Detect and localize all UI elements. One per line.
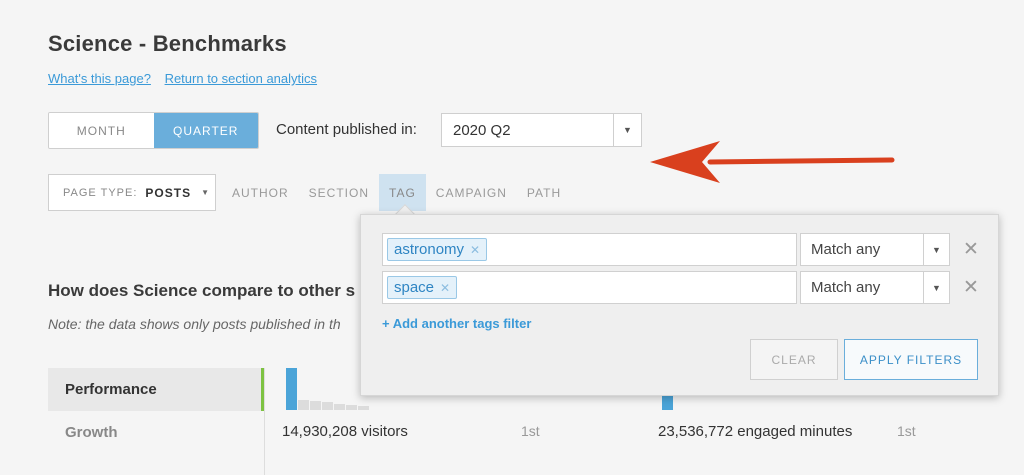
visitors-rank: 1st (521, 423, 540, 439)
histogram-bar (298, 400, 309, 410)
match-mode-value: Match any (811, 241, 881, 258)
period-month-option[interactable]: MONTH (49, 113, 154, 148)
chevron-down-icon: ▼ (923, 234, 949, 265)
engaged-minutes-rank: 1st (897, 423, 916, 439)
caret-down-icon: ▼ (201, 188, 211, 197)
tag-chip-label: space (394, 279, 435, 296)
side-nav-item-performance[interactable]: Performance (48, 368, 264, 411)
tag-chip: astronomy ✕ (387, 238, 488, 261)
chevron-down-icon: ▼ (923, 272, 949, 303)
histogram-bar (310, 401, 321, 410)
content-published-value: 2020 Q2 (453, 121, 511, 139)
clear-button[interactable]: CLEAR (750, 339, 838, 380)
page-type-dropdown[interactable]: PAGE TYPE: POSTS ▼ (48, 174, 216, 211)
period-quarter-option[interactable]: QUARTER (153, 113, 258, 148)
histogram-bar (334, 404, 345, 410)
remove-filter-row-icon[interactable]: ✕ (963, 276, 979, 299)
tag-chip-label: astronomy (394, 241, 465, 258)
tag-filter-popover: astronomy ✕ Match any ▼ ✕ space ✕ Match … (360, 214, 999, 396)
comparison-note: Note: the data shows only posts publishe… (48, 316, 341, 332)
remove-tag-icon[interactable]: ✕ (440, 281, 450, 295)
histogram-bar (322, 402, 333, 410)
chevron-down-icon: ▼ (613, 114, 641, 146)
remove-filter-row-icon[interactable]: ✕ (963, 238, 979, 261)
whats-this-page-link[interactable]: What's this page? (48, 71, 151, 86)
tag-chip: space ✕ (387, 276, 458, 299)
side-nav-item-growth[interactable]: Growth (48, 411, 264, 454)
header-links: What's this page? Return to section anal… (48, 71, 327, 86)
filter-tabs: AUTHOR SECTION TAG CAMPAIGN PATH (222, 174, 571, 211)
match-mode-select[interactable]: Match any ▼ (800, 271, 950, 304)
divider (264, 368, 265, 475)
page-type-label: PAGE TYPE: (63, 186, 138, 199)
add-tags-filter-link[interactable]: + Add another tags filter (382, 316, 531, 331)
visitors-stat: 14,930,208 visitors (282, 423, 408, 440)
histogram-bar (358, 406, 369, 410)
metrics-side-nav: Performance Growth (48, 368, 264, 454)
comparison-heading: How does Science compare to other s (48, 281, 356, 300)
page-title: Science - Benchmarks (48, 31, 287, 56)
page-type-value: POSTS (145, 185, 192, 200)
engaged-minutes-stat: 23,536,772 engaged minutes (658, 423, 853, 440)
remove-tag-icon[interactable]: ✕ (470, 243, 480, 257)
return-to-section-link[interactable]: Return to section analytics (165, 71, 317, 86)
histogram-bar (286, 368, 297, 410)
filter-tab-campaign[interactable]: CAMPAIGN (426, 174, 517, 211)
histogram-bar (346, 405, 357, 410)
content-published-select[interactable]: 2020 Q2 ▼ (441, 113, 642, 147)
filter-tab-author[interactable]: AUTHOR (222, 174, 299, 211)
apply-filters-button[interactable]: APPLY FILTERS (844, 339, 978, 380)
filter-tab-section[interactable]: SECTION (299, 174, 379, 211)
red-arrow-annotation (650, 141, 895, 183)
content-published-label: Content published in: (276, 121, 417, 138)
tag-input[interactable]: space ✕ (382, 271, 797, 304)
tag-input[interactable]: astronomy ✕ (382, 233, 797, 266)
filter-tab-path[interactable]: PATH (517, 174, 571, 211)
match-mode-select[interactable]: Match any ▼ (800, 233, 950, 266)
match-mode-value: Match any (811, 279, 881, 296)
period-toggle: MONTH QUARTER (48, 112, 259, 149)
